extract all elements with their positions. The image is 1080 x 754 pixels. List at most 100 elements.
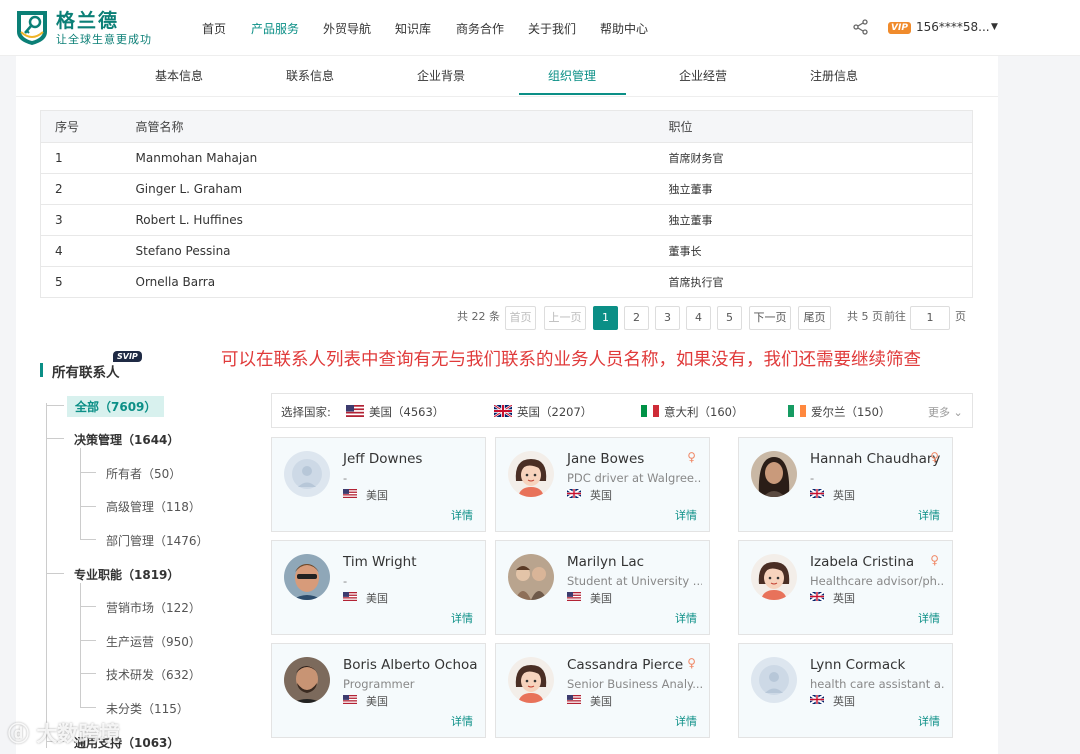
detail-link[interactable]: 详情 bbox=[675, 610, 697, 626]
user-phone[interactable]: 156****58... bbox=[916, 20, 990, 34]
more-countries-button[interactable]: 更多 ⌄ bbox=[928, 404, 963, 420]
it-flag-icon bbox=[641, 405, 659, 417]
gb-flag-icon bbox=[494, 405, 512, 417]
us-flag-icon bbox=[343, 592, 357, 601]
contact-title: PDC driver at Walgree... bbox=[567, 471, 702, 485]
contact-country: 美国 bbox=[590, 592, 612, 605]
contact-name[interactable]: Boris Alberto Ochoa bbox=[343, 657, 478, 673]
detail-link[interactable]: 详情 bbox=[918, 610, 940, 626]
nav-home[interactable]: 首页 bbox=[202, 20, 226, 37]
pagination-goto-label: 前往 bbox=[884, 310, 906, 323]
contact-name[interactable]: Hannah Chaudhary bbox=[810, 451, 940, 467]
pagination-last[interactable]: 尾页 bbox=[798, 306, 831, 330]
contact-country: 美国 bbox=[590, 695, 612, 708]
pagination-prev[interactable]: 上一页 bbox=[544, 306, 586, 330]
pagination-page-4[interactable]: 4 bbox=[686, 306, 711, 330]
exec-position: 首席执行官 bbox=[668, 266, 973, 298]
tab-registration[interactable]: 注册信息 bbox=[810, 67, 858, 84]
contact-card[interactable]: Boris Alberto Ochoa Programmer 美国 详情 bbox=[271, 643, 486, 738]
tab-company-background[interactable]: 企业背景 bbox=[417, 67, 465, 84]
detail-link[interactable]: 详情 bbox=[451, 610, 473, 626]
tree-item-all[interactable]: 全部（7609） bbox=[67, 396, 165, 417]
chevron-down-icon[interactable]: ▼ bbox=[991, 22, 998, 32]
contact-card[interactable]: Hannah Chaudhary - 英国 详情 ♀ bbox=[738, 437, 953, 532]
detail-link[interactable]: 详情 bbox=[675, 507, 697, 523]
exec-position: 首席财务官 bbox=[668, 142, 973, 174]
pagination-goto-input[interactable]: 1 bbox=[910, 306, 950, 330]
tree-group-decision[interactable]: 决策管理（1644） bbox=[74, 431, 179, 448]
tab-operations[interactable]: 企业经营 bbox=[679, 67, 727, 84]
country-option-gb[interactable]: 英国（2207） bbox=[517, 404, 592, 420]
tree-connector bbox=[46, 403, 47, 748]
country-option-ie[interactable]: 爱尔兰（150） bbox=[811, 404, 890, 420]
pagination-page-5[interactable]: 5 bbox=[717, 306, 742, 330]
gb-flag-icon bbox=[810, 695, 824, 704]
tree-item-rnd[interactable]: 技术研发（632） bbox=[106, 666, 201, 683]
watermark-text: 大数跨境 bbox=[36, 722, 121, 746]
country-option-us[interactable]: 美国（4563） bbox=[369, 404, 444, 420]
contact-card[interactable]: Izabela Cristina Healthcare advisor/ph...… bbox=[738, 540, 953, 635]
pagination-total: 共 22 条 bbox=[457, 310, 500, 323]
tree-item-dept-mgmt[interactable]: 部门管理（1476） bbox=[106, 532, 209, 549]
tab-divider bbox=[16, 96, 998, 97]
brand-logo-icon[interactable] bbox=[14, 8, 50, 46]
avatar bbox=[751, 451, 797, 497]
detail-link[interactable]: 详情 bbox=[451, 713, 473, 729]
tree-item-operations[interactable]: 生产运营（950） bbox=[106, 633, 201, 650]
tree-connector bbox=[80, 673, 96, 674]
table-row: 5 Ornella Barra 首席执行官 bbox=[40, 266, 973, 298]
contact-name[interactable]: Tim Wright bbox=[343, 554, 417, 570]
section-accent-bar bbox=[40, 363, 43, 377]
contact-name[interactable]: Marilyn Lac bbox=[567, 554, 644, 570]
contact-country: 英国 bbox=[833, 489, 855, 502]
contact-card[interactable]: Lynn Cormack health care assistant a... 英国… bbox=[738, 643, 953, 738]
watermark: ⓓ 大数跨境 bbox=[8, 718, 120, 748]
nav-business[interactable]: 商务合作 bbox=[456, 20, 504, 37]
contact-card[interactable]: Jeff Downes - 美国 详情 bbox=[271, 437, 486, 532]
more-label: 更多 bbox=[928, 406, 950, 419]
nav-trade-guide[interactable]: 外贸导航 bbox=[323, 20, 371, 37]
contact-card[interactable]: Jane Bowes PDC driver at Walgree... 英国 详情 ♀ bbox=[495, 437, 710, 532]
share-icon[interactable] bbox=[852, 18, 870, 36]
contact-name[interactable]: Jane Bowes bbox=[567, 451, 644, 467]
nav-products[interactable]: 产品服务 bbox=[251, 20, 299, 37]
vip-badge: VIP bbox=[888, 22, 911, 34]
tab-basic-info[interactable]: 基本信息 bbox=[155, 67, 203, 84]
brand-name[interactable]: 格兰德 bbox=[56, 6, 119, 33]
column-header-index: 序号 bbox=[40, 110, 136, 143]
tab-contact-info[interactable]: 联系信息 bbox=[286, 67, 334, 84]
detail-link[interactable]: 详情 bbox=[918, 507, 940, 523]
exec-name: Ornella Barra bbox=[135, 266, 669, 298]
tree-group-professional[interactable]: 专业职能（1819） bbox=[74, 566, 179, 583]
top-bar: 格兰德 让全球生意更成功 首页 产品服务 外贸导航 知识库 商务合作 关于我们 … bbox=[0, 0, 1080, 56]
detail-link[interactable]: 详情 bbox=[918, 713, 940, 729]
pagination-page-unit: 页 bbox=[955, 310, 966, 323]
tree-item-senior-mgmt[interactable]: 高级管理（118） bbox=[106, 498, 201, 515]
contact-name[interactable]: Cassandra Pierce bbox=[567, 657, 683, 673]
avatar bbox=[284, 657, 330, 703]
contact-card[interactable]: Marilyn Lac Student at University ... 美国 详情 bbox=[495, 540, 710, 635]
country-option-it[interactable]: 意大利（160） bbox=[664, 404, 743, 420]
tree-item-uncategorized[interactable]: 未分类（115） bbox=[106, 700, 189, 717]
nav-knowledge[interactable]: 知识库 bbox=[395, 20, 431, 37]
detail-link[interactable]: 详情 bbox=[451, 507, 473, 523]
detail-link[interactable]: 详情 bbox=[675, 713, 697, 729]
pagination-page-1[interactable]: 1 bbox=[593, 306, 618, 330]
contact-card[interactable]: Cassandra Pierce Senior Business Analy...… bbox=[495, 643, 710, 738]
tab-organization[interactable]: 组织管理 bbox=[548, 67, 596, 84]
contact-name[interactable]: Izabela Cristina bbox=[810, 554, 914, 570]
contact-name[interactable]: Lynn Cormack bbox=[810, 657, 905, 673]
country-filter-label: 选择国家: bbox=[281, 405, 331, 419]
tree-item-owner[interactable]: 所有者（50） bbox=[106, 465, 181, 482]
nav-about[interactable]: 关于我们 bbox=[528, 20, 576, 37]
pagination-page-3[interactable]: 3 bbox=[655, 306, 680, 330]
pagination-first[interactable]: 首页 bbox=[505, 306, 536, 330]
pagination-page-2[interactable]: 2 bbox=[624, 306, 649, 330]
us-flag-icon bbox=[567, 592, 581, 601]
contact-card[interactable]: Tim Wright - 美国 详情 bbox=[271, 540, 486, 635]
pagination-next[interactable]: 下一页 bbox=[749, 306, 791, 330]
table-row: 2 Ginger L. Graham 独立董事 bbox=[40, 173, 973, 205]
nav-help[interactable]: 帮助中心 bbox=[600, 20, 648, 37]
tree-item-marketing[interactable]: 营销市场（122） bbox=[106, 599, 201, 616]
contact-name[interactable]: Jeff Downes bbox=[343, 451, 422, 467]
